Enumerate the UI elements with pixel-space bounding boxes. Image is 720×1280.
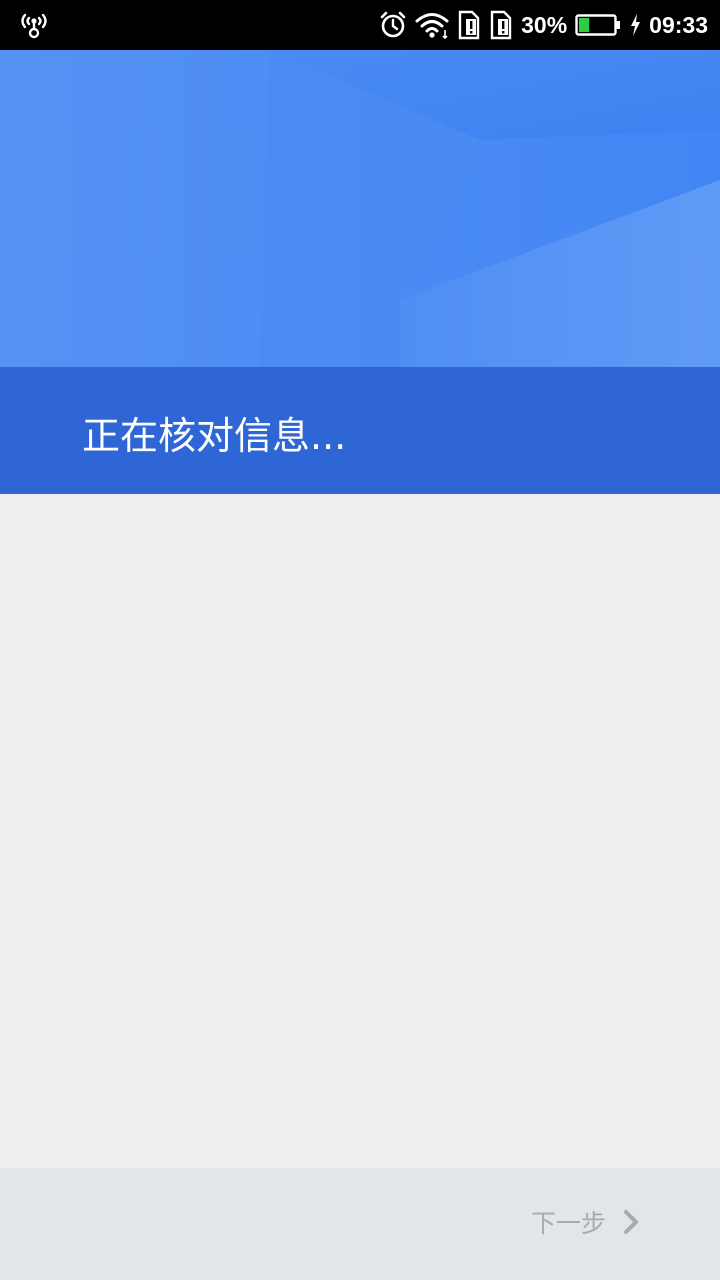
next-step-label: 下一步 bbox=[530, 1209, 606, 1238]
battery-percent: 30% bbox=[521, 11, 568, 38]
clock: 09:33 bbox=[649, 11, 708, 38]
page-title: 正在核对信息... bbox=[82, 414, 347, 458]
sim-alert-icon bbox=[457, 10, 481, 40]
status-indicators: 30% 09:33 bbox=[379, 10, 708, 40]
next-step-button[interactable]: 下一步 bbox=[531, 1204, 640, 1240]
charging-icon bbox=[629, 13, 641, 37]
header-banner: 正在核对信息... bbox=[0, 50, 720, 494]
bottom-navigation-bar: 下一步 bbox=[0, 1168, 720, 1280]
chevron-right-icon bbox=[622, 1209, 640, 1235]
battery-icon bbox=[575, 14, 621, 36]
wifi-icon bbox=[415, 11, 449, 39]
alarm-icon bbox=[379, 11, 407, 39]
content-area bbox=[0, 494, 720, 1168]
sim-alert-icon bbox=[489, 10, 513, 40]
status-bar: 30% 09:33 bbox=[0, 0, 720, 50]
hotspot-icon bbox=[18, 10, 50, 40]
